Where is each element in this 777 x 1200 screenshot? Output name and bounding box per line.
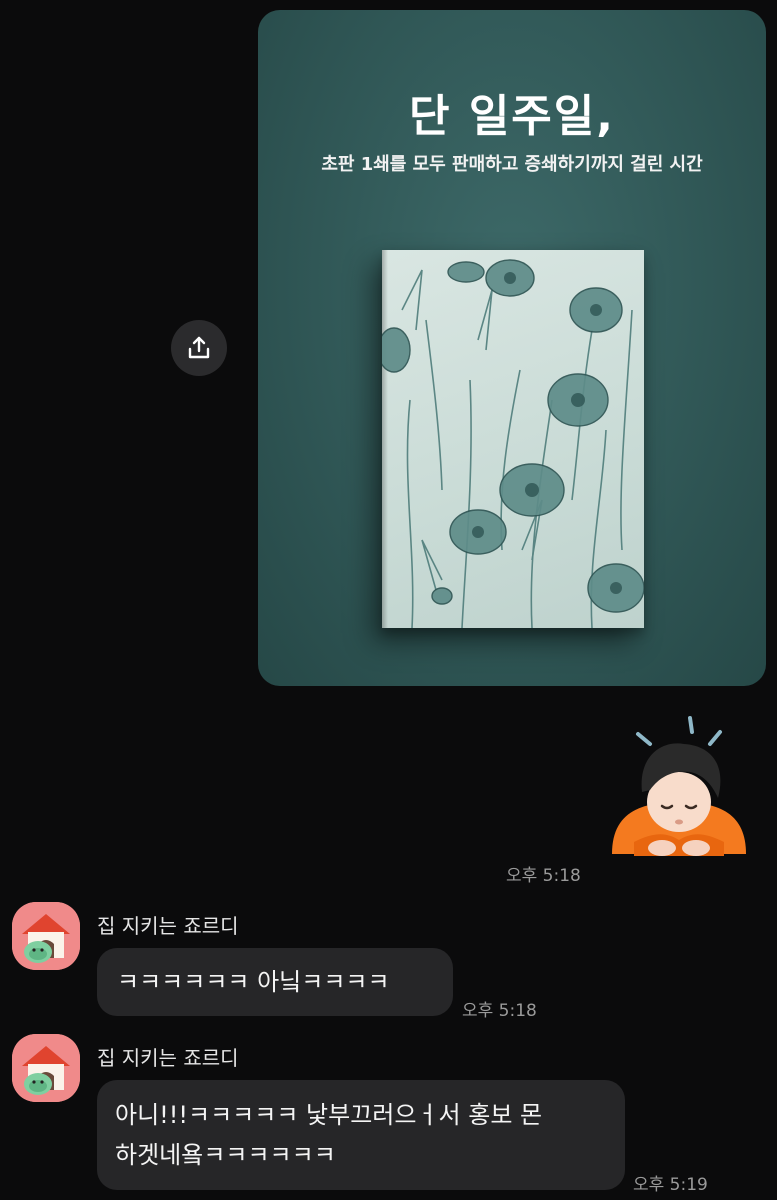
poppy-illustration: [382, 259, 644, 628]
message-text-line-1: 아니!!!ㅋㅋㅋㅋㅋ 낯부끄러으ㅓ서 홍보 몬: [115, 1101, 543, 1129]
doghouse-character-avatar-icon: [12, 1034, 80, 1102]
message-time: 오후 5:19: [633, 1175, 708, 1195]
sender-name: 집 지키는 죠르디: [97, 914, 239, 938]
message-bubble[interactable]: 아니!!!ㅋㅋㅋㅋㅋ 낯부끄러으ㅓ서 홍보 몬 하겟네욬ㅋㅋㅋㅋㅋㅋ: [97, 1080, 625, 1190]
message-text: ㅋㅋㅋㅋㅋㅋ 아닠ㅋㅋㅋㅋ: [117, 968, 390, 996]
card-subline: 초판 1쇄를 모두 판매하고 증쇄하기까지 걸린 시간: [321, 154, 703, 175]
shared-image-card[interactable]: 단 일주일, 초판 1쇄를 모두 판매하고 증쇄하기까지 걸린 시간: [258, 10, 766, 686]
doghouse-character-avatar-icon: [12, 902, 80, 970]
sent-message-time: 오후 5:18: [506, 866, 581, 886]
share-upload-icon: [188, 336, 210, 359]
bowing-person-sticker[interactable]: [604, 714, 754, 864]
message-bubble[interactable]: ㅋㅋㅋㅋㅋㅋ 아닠ㅋㅋㅋㅋ: [97, 948, 453, 1016]
message-time: 오후 5:18: [462, 1001, 537, 1021]
card-headline: 단 일주일,: [409, 91, 615, 142]
book-cover-image: [382, 250, 644, 628]
sender-name: 집 지키는 죠르디: [97, 1046, 239, 1070]
message-text-line-2: 하겟네욬ㅋㅋㅋㅋㅋㅋ: [115, 1141, 336, 1169]
avatar[interactable]: [12, 1034, 80, 1102]
bowing-person-icon: [612, 716, 746, 856]
avatar[interactable]: [12, 902, 80, 970]
share-button[interactable]: [171, 320, 227, 376]
